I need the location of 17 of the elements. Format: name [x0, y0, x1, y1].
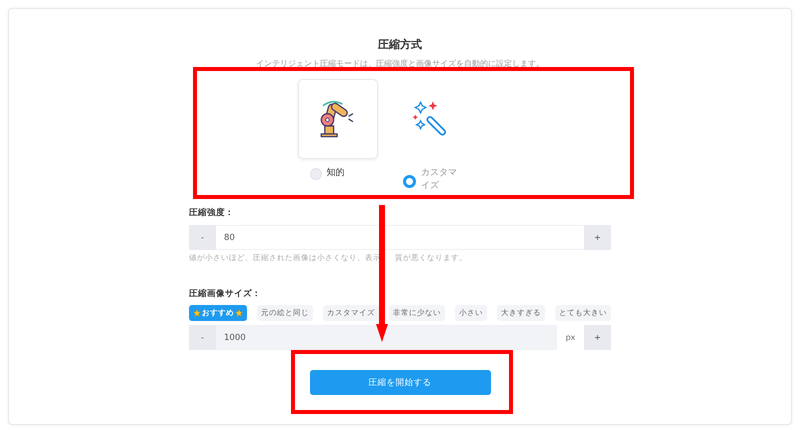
radio-button[interactable]: [403, 175, 416, 188]
increment-button[interactable]: +: [584, 225, 611, 250]
description-text: インテリジェント圧縮モードは、圧縮強度と画像サイズを自動的に設定します。: [255, 58, 545, 69]
mode-card[interactable]: [298, 79, 378, 159]
field-label: 圧縮画像サイズ：: [189, 288, 262, 300]
decrement-button[interactable]: -: [189, 325, 216, 350]
radio-label: カスタマイズ: [421, 167, 458, 193]
star-icon: [193, 309, 201, 317]
star-icon: [235, 309, 243, 317]
input-field[interactable]: 80: [216, 225, 584, 250]
section-title: 圧縮方式: [377, 38, 423, 52]
increment-button[interactable]: +: [584, 325, 611, 350]
start-button[interactable]: 圧縮を開始する: [310, 370, 490, 395]
input-field[interactable]: 1000: [216, 325, 557, 350]
decrement-button[interactable]: -: [189, 225, 216, 250]
radio-label: 知的: [326, 167, 346, 180]
field-label: 圧縮強度：: [189, 207, 235, 219]
